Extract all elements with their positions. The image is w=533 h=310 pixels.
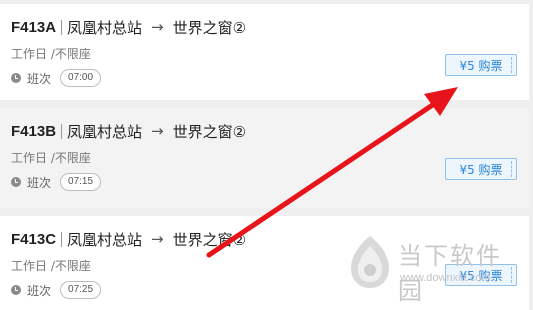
route-destination: 世界之窗② bbox=[172, 122, 247, 141]
route-origin: 凤凰村总站 bbox=[67, 122, 143, 141]
divider bbox=[61, 123, 63, 139]
route-code: F413C bbox=[11, 230, 57, 248]
route-card[interactable]: F413A 凤凰村总站 → 世界之窗② 工作日 /不限座 班次 07:00 ¥5… bbox=[0, 4, 529, 100]
route-destination: 世界之窗② bbox=[172, 230, 247, 249]
route-meta: 工作日 /不限座 bbox=[11, 259, 91, 273]
route-meta: 工作日 /不限座 bbox=[11, 151, 91, 165]
buy-ticket-button[interactable]: ¥5 购票 bbox=[445, 54, 517, 76]
shift-row: 班次 07:25 bbox=[11, 281, 102, 299]
route-arrow: → bbox=[151, 230, 164, 248]
divider bbox=[61, 231, 63, 247]
route-origin: 凤凰村总站 bbox=[67, 230, 143, 249]
watermark: 当下软件园 www.downxia.com bbox=[345, 234, 525, 305]
route-code: F413A bbox=[11, 18, 57, 36]
route-title: F413C 凤凰村总站 → 世界之窗② bbox=[11, 228, 246, 250]
divider bbox=[61, 19, 63, 35]
button-divider bbox=[511, 161, 512, 177]
buy-ticket-label: ¥5 购票 bbox=[459, 163, 503, 177]
departure-time: 07:15 bbox=[60, 173, 102, 191]
shift-row: 班次 07:15 bbox=[11, 173, 102, 191]
route-meta: 工作日 /不限座 bbox=[11, 47, 91, 61]
shift-row: 班次 07:00 bbox=[11, 69, 102, 87]
route-title: F413A 凤凰村总站 → 世界之窗② bbox=[11, 16, 246, 38]
buy-ticket-label: ¥5 购票 bbox=[459, 59, 503, 73]
shift-label: 班次 bbox=[27, 283, 52, 298]
route-card[interactable]: F413B 凤凰村总站 → 世界之窗② 工作日 /不限座 班次 07:15 ¥5… bbox=[0, 108, 529, 208]
clock-icon bbox=[11, 177, 21, 187]
route-arrow: → bbox=[151, 122, 164, 140]
watermark-url: www.downxia.com bbox=[400, 272, 491, 284]
route-origin: 凤凰村总站 bbox=[67, 18, 143, 37]
route-code: F413B bbox=[11, 122, 57, 140]
departure-time: 07:25 bbox=[60, 281, 102, 299]
shift-label: 班次 bbox=[27, 71, 52, 86]
route-destination: 世界之窗② bbox=[172, 18, 247, 37]
clock-icon bbox=[11, 285, 21, 295]
downxia-logo-icon bbox=[351, 236, 389, 288]
clock-icon bbox=[11, 73, 21, 83]
button-divider bbox=[511, 57, 512, 73]
route-arrow: → bbox=[151, 18, 164, 36]
buy-ticket-button[interactable]: ¥5 购票 bbox=[445, 158, 517, 180]
shift-label: 班次 bbox=[27, 175, 52, 190]
departure-time: 07:00 bbox=[60, 69, 102, 87]
watermark-name: 当下软件园 bbox=[398, 242, 502, 305]
route-title: F413B 凤凰村总站 → 世界之窗② bbox=[11, 120, 246, 142]
